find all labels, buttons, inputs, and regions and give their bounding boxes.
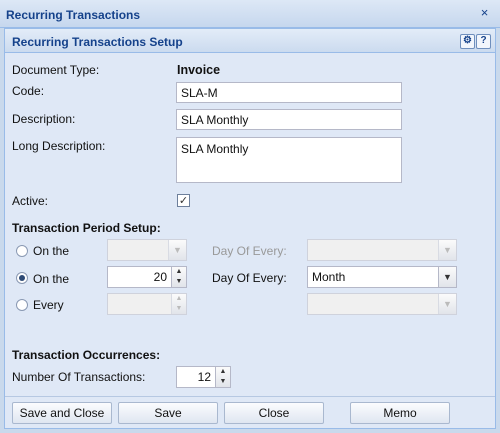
close-icon[interactable]: × bbox=[478, 6, 491, 20]
window-title: Recurring Transactions bbox=[6, 8, 141, 22]
period-every-unit-combo[interactable]: ▼ bbox=[307, 293, 457, 315]
spin-up-icon[interactable]: ▲ bbox=[216, 367, 230, 377]
panel-header: Recurring Transactions Setup ⚙ ? bbox=[5, 29, 495, 53]
description-field[interactable]: SLA Monthly bbox=[176, 109, 402, 130]
day-of-every-select[interactable]: Month ▼ bbox=[307, 266, 457, 288]
period-radio-every[interactable] bbox=[16, 299, 28, 311]
period-section-label: Transaction Period Setup: bbox=[12, 221, 161, 235]
memo-button[interactable]: Memo bbox=[350, 402, 450, 424]
save-and-close-button[interactable]: Save and Close bbox=[12, 402, 112, 424]
period-radio-label-2: On the bbox=[33, 272, 70, 286]
period-radio-label-3: Every bbox=[33, 298, 64, 312]
period-radio-on-the-1[interactable] bbox=[16, 245, 28, 257]
number-of-transactions-spinner[interactable]: 12 ▲ ▼ bbox=[176, 366, 231, 388]
close-button[interactable]: Close bbox=[224, 402, 324, 424]
spinner-buttons[interactable]: ▲ ▼ bbox=[171, 267, 186, 287]
day-of-every-label-1: Day Of Every: bbox=[212, 244, 287, 258]
period-day-spinner[interactable]: 20 ▲ ▼ bbox=[107, 266, 187, 288]
day-of-every-value: Month bbox=[312, 270, 346, 284]
number-of-transactions-label: Number Of Transactions: bbox=[12, 370, 146, 384]
day-of-every-label-2: Day Of Every: bbox=[212, 271, 287, 285]
chevron-down-icon[interactable]: ▼ bbox=[168, 240, 186, 260]
period-radio-on-the-2[interactable] bbox=[16, 272, 28, 284]
panel-title: Recurring Transactions Setup bbox=[12, 35, 183, 49]
footer-divider bbox=[5, 396, 495, 397]
spinner-buttons[interactable]: ▲ ▼ bbox=[215, 367, 230, 387]
period-every-spinner[interactable]: ▲ ▼ bbox=[107, 293, 187, 315]
save-button[interactable]: Save bbox=[118, 402, 218, 424]
spin-down-icon[interactable]: ▼ bbox=[172, 277, 186, 287]
code-field[interactable]: SLA-M bbox=[176, 82, 402, 103]
spin-up-icon[interactable]: ▲ bbox=[172, 294, 186, 304]
description-label: Description: bbox=[12, 112, 76, 126]
window-title-bar: Recurring Transactions × bbox=[0, 0, 500, 28]
chevron-down-icon[interactable]: ▼ bbox=[438, 294, 456, 314]
document-type-label: Document Type: bbox=[12, 63, 100, 77]
spin-down-icon[interactable]: ▼ bbox=[216, 377, 230, 387]
spin-down-icon[interactable]: ▼ bbox=[172, 304, 186, 314]
active-label: Active: bbox=[12, 194, 49, 208]
long-description-field[interactable]: SLA Monthly bbox=[176, 137, 402, 183]
spin-up-icon[interactable]: ▲ bbox=[172, 267, 186, 277]
code-label: Code: bbox=[12, 84, 45, 98]
gear-icon[interactable]: ⚙ bbox=[460, 34, 475, 49]
period-day-combo-1[interactable]: ▼ bbox=[107, 239, 187, 261]
long-description-label: Long Description: bbox=[12, 139, 106, 153]
occurrences-section-label: Transaction Occurrences: bbox=[12, 348, 161, 362]
spinner-buttons[interactable]: ▲ ▼ bbox=[171, 294, 186, 314]
chevron-down-icon[interactable]: ▼ bbox=[438, 267, 456, 287]
document-type-value: Invoice bbox=[177, 63, 221, 77]
help-icon[interactable]: ? bbox=[476, 34, 491, 49]
day-of-every-combo-1[interactable]: ▼ bbox=[307, 239, 457, 261]
period-day-value: 20 bbox=[153, 270, 167, 284]
chevron-down-icon[interactable]: ▼ bbox=[438, 240, 456, 260]
period-radio-label-1: On the bbox=[33, 244, 70, 258]
active-checkbox[interactable]: ✓ bbox=[177, 194, 190, 207]
number-of-transactions-value: 12 bbox=[197, 370, 211, 384]
